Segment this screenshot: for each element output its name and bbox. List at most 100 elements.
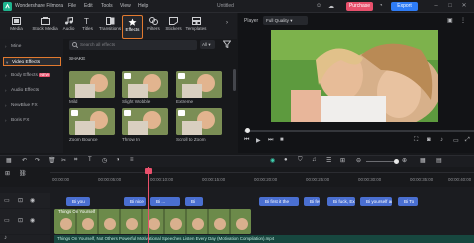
record-icon[interactable]: ● xyxy=(284,157,288,163)
lock-icon[interactable]: ⊡ xyxy=(18,217,23,224)
zoom-slider-handle[interactable] xyxy=(394,159,399,164)
grid-icon[interactable]: ▦ xyxy=(420,157,426,164)
notification-icon[interactable]: ◔ xyxy=(379,3,383,9)
user-icon[interactable]: ☺ xyxy=(316,3,322,9)
track-header-text: ▭ ⊡ ◉ xyxy=(0,193,50,208)
playhead[interactable] xyxy=(148,167,149,243)
sidebar-item-newblue-fx[interactable]: › NewBlue FX xyxy=(3,101,61,110)
tool-media[interactable]: Media xyxy=(6,15,27,39)
sidebar-item-audio-effects[interactable]: › Audio Effects xyxy=(3,86,61,95)
color-icon[interactable]: ◑ xyxy=(116,157,120,163)
more-options-icon[interactable]: ⋮ xyxy=(460,17,466,24)
eye-icon[interactable]: ◉ xyxy=(30,197,35,204)
effect-thumbnail[interactable] xyxy=(176,71,222,98)
text-clip[interactable]: Bi few xyxy=(304,197,320,206)
tool-stock-media[interactable]: Stock Media xyxy=(30,15,60,39)
list-icon[interactable]: ☰ xyxy=(326,157,331,164)
effect-thumbnail[interactable] xyxy=(122,108,168,135)
close-button[interactable]: ✕ xyxy=(460,2,468,11)
link-icon[interactable]: ⛓ xyxy=(19,170,27,177)
ruler-tick-label: 00:00:20:00 xyxy=(254,177,278,182)
speed-icon[interactable]: ◷ xyxy=(102,157,107,164)
adjust-icon[interactable]: ≡ xyxy=(130,157,134,163)
tool-effects[interactable]: Effects xyxy=(122,15,143,39)
mic-icon[interactable]: ♫ xyxy=(312,157,317,163)
menu-tools[interactable]: Tools xyxy=(101,3,113,9)
text-clip[interactable]: Bi fuck, Exerci... xyxy=(327,197,355,206)
display-icon[interactable]: ▭ xyxy=(453,137,459,144)
shield-icon[interactable]: ⛉ xyxy=(298,157,303,164)
text-icon[interactable]: T xyxy=(88,157,92,163)
zoom-out-icon[interactable]: ⊖ xyxy=(356,157,361,164)
undo-icon[interactable]: ↶ xyxy=(22,157,27,164)
tool-filters[interactable]: Filters xyxy=(143,15,164,39)
zoom-in-icon[interactable]: ⊕ xyxy=(402,157,407,164)
expand-icon[interactable]: ⤢ xyxy=(465,137,470,144)
search-input[interactable]: Search all effects xyxy=(80,42,115,47)
speaker-icon[interactable]: ♪ xyxy=(4,235,7,241)
menu-edit[interactable]: Edit xyxy=(84,3,93,9)
tool-stickers-label: Stickers xyxy=(165,26,182,31)
step-back-icon[interactable]: ⏮ xyxy=(244,137,249,144)
effect-thumbnail[interactable] xyxy=(176,108,222,135)
text-clip[interactable]: Bi you xyxy=(66,197,90,206)
text-clip[interactable]: Bi ... xyxy=(150,197,180,206)
sidebar-item-video-effects[interactable]: ▾ Video Effects xyxy=(3,57,61,66)
playback-progress[interactable] xyxy=(244,130,474,132)
text-clip[interactable]: Bi xyxy=(185,197,203,206)
timeline-settings-icon[interactable]: ▤ xyxy=(436,157,442,164)
sidebar-item-boris-fx[interactable]: › Boris FX xyxy=(3,116,61,125)
snapshot-icon[interactable]: ▣ xyxy=(447,17,453,24)
quality-select[interactable]: Full Quality ▾ xyxy=(263,16,308,25)
camera-icon[interactable]: ◙ xyxy=(427,137,431,143)
step-forward-icon[interactable]: ⏭ xyxy=(268,137,273,144)
filter-icon[interactable] xyxy=(223,40,231,48)
minimize-button[interactable]: – xyxy=(432,2,440,11)
tool-titles[interactable]: T Titles xyxy=(77,15,98,39)
cut-icon[interactable]: ✂ xyxy=(61,157,66,164)
volume-icon[interactable]: ♪ xyxy=(440,137,443,143)
delete-icon[interactable]: 🗑 xyxy=(48,157,56,164)
timeline-ruler[interactable] xyxy=(0,167,474,187)
menu-view[interactable]: View xyxy=(120,3,131,9)
effect-thumbnail[interactable] xyxy=(69,71,115,98)
sidebar-item-label: NewBlue FX xyxy=(11,103,38,108)
sidebar-item-body-effects[interactable]: › Body Effects NEW xyxy=(3,71,61,80)
fullscreen-icon[interactable]: ⛶ xyxy=(414,137,418,144)
split-view-icon[interactable]: ▦ xyxy=(6,157,12,164)
lock-icon[interactable]: ⊡ xyxy=(18,197,23,204)
stop-icon[interactable]: ■ xyxy=(280,137,284,143)
crop-icon[interactable]: ⌗ xyxy=(74,157,77,164)
playback-handle[interactable] xyxy=(245,128,250,133)
purchase-button[interactable]: Purchase xyxy=(346,2,373,11)
eye-icon[interactable]: ◉ xyxy=(30,217,35,224)
effect-thumbnail[interactable] xyxy=(122,71,168,98)
zoom-slider[interactable] xyxy=(366,161,396,162)
ai-tools-icon[interactable]: ◉ xyxy=(270,157,275,164)
category-select[interactable]: All ▾ xyxy=(200,40,215,49)
export-button[interactable]: Export xyxy=(391,2,418,11)
text-clip[interactable]: Bi first it the xyxy=(259,197,299,206)
tool-audio[interactable]: Audio xyxy=(58,15,79,39)
ruler-tick-label: 00:00:40:00 xyxy=(448,177,472,182)
play-icon[interactable]: ▶ xyxy=(256,137,261,144)
sidebar-item-mine[interactable]: › Mine xyxy=(3,42,61,51)
playhead-handle[interactable] xyxy=(145,168,152,174)
maximize-button[interactable]: □ xyxy=(446,2,454,11)
text-clip[interactable]: Bi To xyxy=(398,197,418,206)
tool-stickers[interactable]: Stickers xyxy=(163,15,184,39)
menu-help[interactable]: Help xyxy=(138,3,148,9)
scrollbar[interactable] xyxy=(233,69,236,91)
redo-icon[interactable]: ↷ xyxy=(35,157,40,164)
snap-icon[interactable]: ⊞ xyxy=(340,157,345,164)
text-clip[interactable]: Bi nice xyxy=(124,197,146,206)
text-clip[interactable]: Bi yourself ar th... xyxy=(360,197,392,206)
add-track-icon[interactable]: ⊞ xyxy=(5,170,10,177)
effect-thumbnail[interactable] xyxy=(69,108,115,135)
cloud-icon[interactable]: ☁ xyxy=(328,3,334,10)
tool-transitions[interactable]: Transitions xyxy=(97,15,123,39)
menu-file[interactable]: File xyxy=(68,3,76,9)
tool-templates[interactable]: Templates xyxy=(184,15,208,39)
effect-label: Mild xyxy=(69,99,78,104)
more-tools-icon[interactable]: › xyxy=(226,20,228,26)
